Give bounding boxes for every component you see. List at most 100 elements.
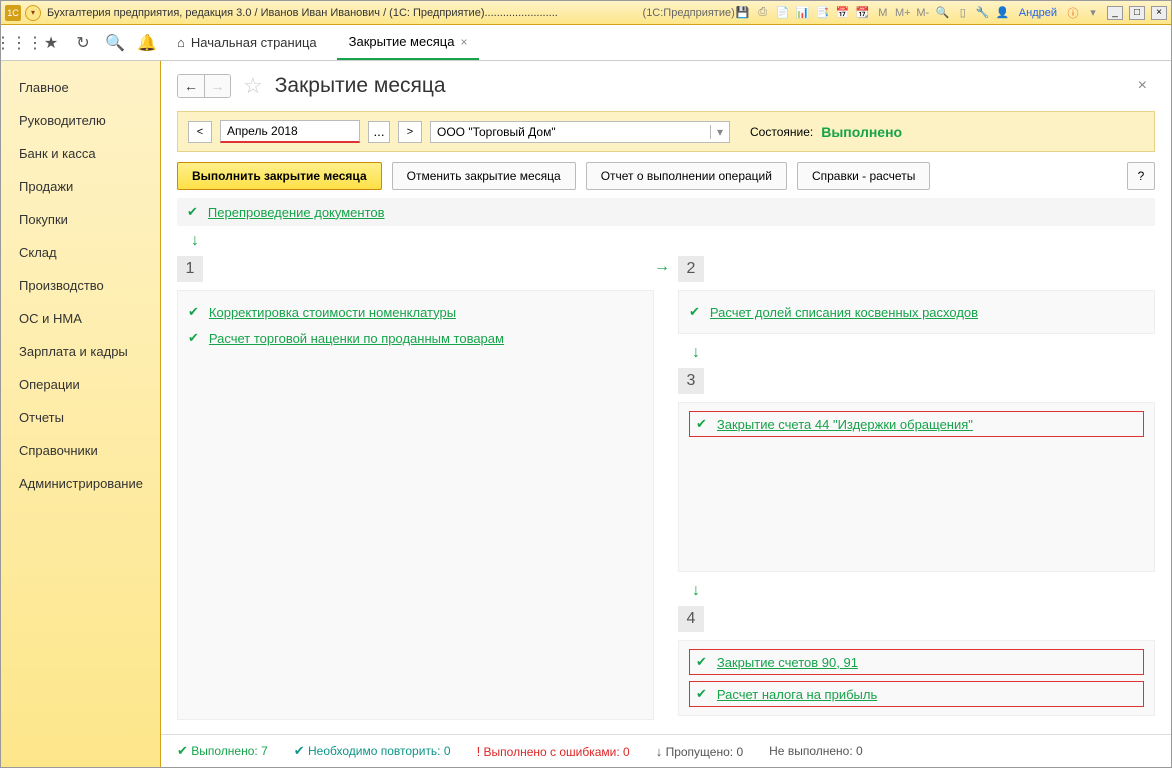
sidebar-item-production[interactable]: Производство [1,269,160,302]
tools-icon[interactable]: 🔧 [975,5,991,21]
notifications-icon[interactable]: 🔔 [137,33,157,53]
sidebar-item-operations[interactable]: Операции [1,368,160,401]
document-icon[interactable]: 📄 [775,5,791,21]
sidebar-item-salary[interactable]: Зарплата и кадры [1,335,160,368]
repeat-value: 0 [444,744,451,758]
page-title: Закрытие месяца [275,74,446,98]
op-link-trade-margin[interactable]: Расчет торговой наценки по проданным тов… [209,331,504,346]
sidebar-item-admin[interactable]: Администрирование [1,467,160,500]
date-icon[interactable]: 📆 [855,5,871,21]
op-link-close-90-91[interactable]: Закрытие счетов 90, 91 [717,655,858,670]
status-done: ✔ Выполнено: 7 [177,743,268,759]
references-calc-button[interactable]: Справки - расчеты [797,162,930,190]
arrow-right-icon: → [654,258,670,276]
home-link[interactable]: ⌂ Начальная страница [169,35,325,50]
window-context: (1С:Предприятие) [643,7,735,19]
favorite-page-icon[interactable]: ☆ [243,73,263,99]
sidebar-item-refs[interactable]: Справочники [1,434,160,467]
op-link-indirect-costs[interactable]: Расчет долей списания косвенных расходов [710,305,978,320]
check-icon: ✔ [696,416,707,432]
filter-bar: < ... > ООО "Торговый Дом" ▾ Состояние: … [177,111,1155,152]
repeat-label: Необходимо повторить: [308,744,441,758]
check-icon: ✔ [696,654,707,670]
stage-2-number: 2 [678,256,704,282]
tab-close-icon[interactable]: × [460,35,467,49]
user-icon: 👤 [995,5,1011,21]
status-notdone: Не выполнено: 0 [769,744,863,758]
arrow-down-icon: ↓ [692,582,1155,600]
organization-select[interactable]: ООО "Торговый Дом" ▾ [430,121,730,143]
nav-forward-button[interactable]: → [204,75,230,97]
info-icon[interactable]: ⓘ [1065,5,1081,21]
check-icon: ✔ [689,304,700,320]
apps-grid-icon[interactable]: ⋮⋮⋮ [9,33,29,53]
print-icon[interactable]: ⎙ [755,5,771,21]
op-line: ✔ Расчет долей списания косвенных расход… [689,299,1144,325]
sidebar-item-sales[interactable]: Продажи [1,170,160,203]
m-minus-icon[interactable]: M- [915,5,931,21]
cancel-closing-button[interactable]: Отменить закрытие месяца [392,162,576,190]
arrow-down-icon: ↓ [656,744,663,759]
sidebar-item-assets[interactable]: ОС и НМА [1,302,160,335]
tab-label: Закрытие месяца [349,34,455,49]
footer-status: ✔ Выполнено: 7 ✔ Необходимо повторить: 0… [161,734,1171,767]
page-close-button[interactable]: × [1138,77,1147,95]
notdone-label: Не выполнено: [769,744,853,758]
run-closing-button[interactable]: Выполнить закрытие месяца [177,162,382,190]
sidebar-item-main[interactable]: Главное [1,71,160,104]
check-icon: ✔ [187,204,198,220]
notdone-value: 0 [856,744,863,758]
operations-report-button[interactable]: Отчет о выполнении операций [586,162,787,190]
zoom-icon[interactable]: 🔍 [935,5,951,21]
right-column: 2 ✔ Расчет долей списания косвенных расх… [678,256,1155,720]
panel-icon[interactable]: ▯ [955,5,971,21]
tab-closing-month[interactable]: Закрытие месяца × [337,25,480,60]
help-button[interactable]: ? [1127,162,1155,190]
chevron-down-icon[interactable]: ▾ [710,125,723,139]
m-icon[interactable]: M [875,5,891,21]
calc-icon[interactable]: 📊 [795,5,811,21]
app-menu-dropdown[interactable]: ▾ [25,5,41,21]
calendar-icon[interactable]: 📅 [835,5,851,21]
status-skipped: ↓ Пропущено: 0 [656,744,743,759]
organization-value: ООО "Торговый Дом" [437,125,556,139]
sidebar-item-bank[interactable]: Банк и касса [1,137,160,170]
sidebar-item-manager[interactable]: Руководителю [1,104,160,137]
user-name[interactable]: Андрей [1019,7,1057,19]
maximize-button[interactable]: □ [1129,6,1145,20]
status-errors: ! Выполнено с ошибками: 0 [477,744,630,759]
period-picker-button[interactable]: ... [368,121,390,143]
info-dropdown-icon[interactable]: ▾ [1085,5,1101,21]
skipped-label: Пропущено: [666,745,734,759]
op-link-profit-tax[interactable]: Расчет налога на прибыль [717,687,877,702]
sidebar-item-purchases[interactable]: Покупки [1,203,160,236]
period-input[interactable] [220,120,360,143]
search-icon[interactable]: 🔍 [105,33,125,53]
arrow-down-icon: ↓ [692,344,1155,362]
m-plus-icon[interactable]: M+ [895,5,911,21]
period-prev-button[interactable]: < [188,121,212,143]
check-icon: ✔ [294,743,305,758]
check-icon: ✔ [177,743,188,758]
window-title: Бухгалтерия предприятия, редакция 3.0 / … [47,7,603,19]
period-next-button[interactable]: > [398,121,422,143]
status-repeat: ✔ Необходимо повторить: 0 [294,743,451,759]
minimize-button[interactable]: _ [1107,6,1123,20]
op-link-close-44[interactable]: Закрытие счета 44 "Издержки обращения" [717,417,973,432]
done-value: 7 [261,744,268,758]
stage-3-number: 3 [678,368,704,394]
op-link-cost-correction[interactable]: Корректировка стоимости номенклатуры [209,305,456,320]
arrow-down-icon: ↓ [191,232,1155,250]
save-icon[interactable]: 💾 [735,5,751,21]
check-icon: ✔ [188,304,199,320]
op-link-repost[interactable]: Перепроведение документов [208,205,385,220]
sidebar-item-reports[interactable]: Отчеты [1,401,160,434]
favorite-star-icon[interactable]: ★ [41,33,61,53]
app-logo-icon: 1C [5,5,21,21]
nav-back-button[interactable]: ← [178,75,204,97]
report-icon[interactable]: 📑 [815,5,831,21]
close-window-button[interactable]: × [1151,6,1167,20]
sidebar-item-warehouse[interactable]: Склад [1,236,160,269]
home-icon: ⌂ [177,35,185,50]
history-icon[interactable]: ↻ [73,33,93,53]
